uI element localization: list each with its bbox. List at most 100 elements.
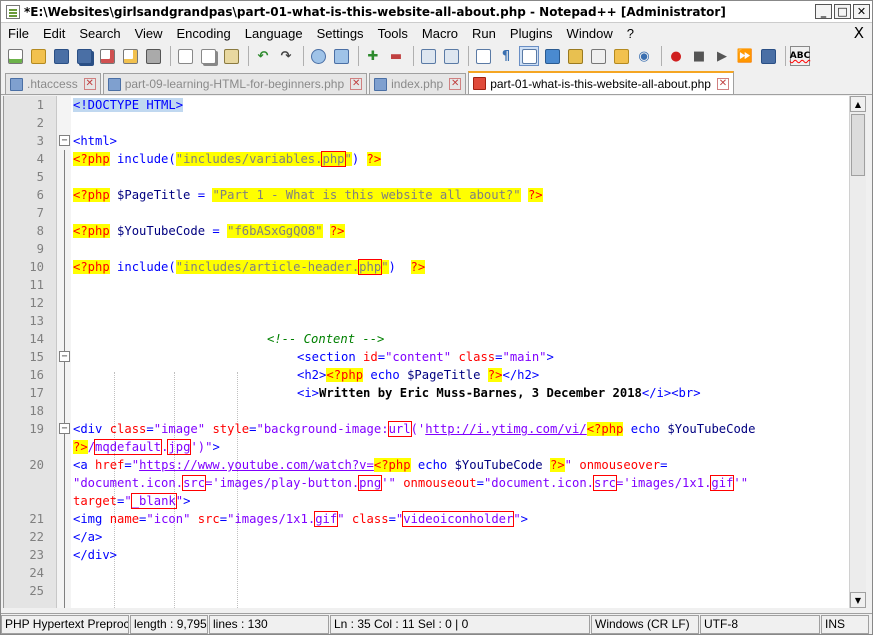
tag-token: = (377, 350, 386, 364)
tab-part-01[interactable]: part-01-what-is-this-website-all-about.p… (468, 71, 734, 94)
saved-file-icon (10, 77, 23, 91)
saved-file-icon (374, 77, 388, 91)
menu-language[interactable]: Language (238, 26, 310, 41)
tab-close-icon[interactable]: ✕ (350, 78, 363, 90)
close-all-icon[interactable] (120, 46, 140, 66)
scroll-thumb[interactable] (851, 114, 865, 176)
fold-minus-icon[interactable]: − (59, 135, 70, 146)
monitoring-icon[interactable]: ◉ (634, 46, 654, 66)
tab-close-icon[interactable]: ✕ (716, 77, 729, 90)
word-wrap-icon[interactable] (473, 46, 493, 66)
tag-token: </a> (73, 530, 103, 544)
copy-icon[interactable] (198, 46, 218, 66)
string-token: ='images/play-button. (205, 476, 360, 490)
status-eol[interactable]: Windows (CR LF) (591, 614, 699, 634)
maximize-button[interactable]: □ (834, 4, 851, 19)
tab-close-icon[interactable]: ✕ (449, 78, 462, 90)
attr-token: name (102, 512, 140, 526)
line-number: 18 (29, 404, 44, 418)
function-list-icon[interactable] (588, 46, 608, 66)
php-open-token: <?php (73, 152, 110, 166)
line-number: 23 (29, 548, 44, 562)
code-line: <section id="content" class="main"> (297, 348, 554, 366)
run-macro-multiple-icon[interactable]: ⏩ (735, 46, 755, 66)
scroll-up-icon[interactable]: ▲ (850, 96, 866, 112)
tag-token: <div (73, 422, 103, 436)
menu-run[interactable]: Run (465, 26, 503, 41)
spell-check-icon[interactable]: ABC (790, 46, 810, 66)
php-variable-token: $YouTubeCode (454, 458, 550, 472)
menu-edit[interactable]: Edit (36, 26, 72, 41)
string-token: (' (410, 422, 426, 436)
menu-search[interactable]: Search (72, 26, 127, 41)
show-all-chars-icon[interactable]: ¶ (496, 46, 516, 66)
close-window-button[interactable]: ✕ (853, 4, 870, 19)
tab-part-09[interactable]: part-09-learning-HTML-for-beginners.php … (102, 73, 368, 94)
print-icon[interactable] (143, 46, 163, 66)
string-token: "content" (385, 350, 452, 364)
new-file-icon[interactable] (5, 46, 25, 66)
vertical-scrollbar[interactable]: ▲ ▼ (849, 96, 866, 608)
sync-vertical-icon[interactable] (418, 46, 438, 66)
zoom-out-icon[interactable]: ▬ (386, 46, 406, 66)
folder-workspace-icon[interactable] (611, 46, 631, 66)
menu-window[interactable]: Window (560, 26, 620, 41)
url-link[interactable]: https://www.youtube.com/watch?v= (139, 458, 374, 472)
save-icon[interactable] (51, 46, 71, 66)
tag-token: </h2> (502, 368, 540, 382)
zoom-in-icon[interactable]: ✚ (363, 46, 383, 66)
php-variable-token: $PageTitle (109, 188, 198, 202)
tag-token: <i> (297, 386, 320, 400)
indent-guide-icon[interactable] (519, 46, 539, 66)
php-close-token: ?> (527, 188, 543, 202)
line-number: 5 (36, 170, 44, 184)
tab-close-icon[interactable]: ✕ (83, 78, 96, 90)
save-macro-icon[interactable] (758, 46, 778, 66)
line-number: 14 (29, 332, 44, 346)
menu-plugins[interactable]: Plugins (503, 26, 560, 41)
paste-icon[interactable] (221, 46, 241, 66)
comment-token: <!-- Content --> (267, 332, 385, 346)
define-language-icon[interactable] (542, 46, 562, 66)
menu-tools[interactable]: Tools (371, 26, 415, 41)
stop-macro-icon[interactable]: ■ (689, 46, 709, 66)
tab-htaccess[interactable]: .htaccess ✕ (5, 73, 101, 94)
play-macro-icon[interactable]: ▶ (712, 46, 732, 66)
minimize-button[interactable]: _ (815, 4, 832, 19)
menu-file[interactable]: File (1, 26, 36, 41)
menu-view[interactable]: View (128, 26, 170, 41)
redo-icon[interactable]: ↷ (276, 46, 296, 66)
menu-help[interactable]: ? (620, 26, 641, 41)
notepadpp-app-icon[interactable] (6, 4, 20, 19)
close-document-button[interactable]: X (854, 24, 864, 42)
tab-bar: .htaccess ✕ part-09-learning-HTML-for-be… (1, 71, 872, 95)
close-file-icon[interactable] (97, 46, 117, 66)
tab-index[interactable]: index.php ✕ (369, 73, 467, 94)
fold-minus-icon[interactable]: − (59, 423, 70, 434)
line-number: 2 (36, 116, 44, 130)
php-open-token: <?php (73, 260, 110, 274)
status-encoding[interactable]: UTF-8 (700, 614, 820, 634)
sync-horizontal-icon[interactable] (441, 46, 461, 66)
undo-icon[interactable]: ↶ (253, 46, 273, 66)
doc-map-icon[interactable] (565, 46, 585, 66)
scroll-down-icon[interactable]: ▼ (850, 592, 866, 608)
code-editor[interactable]: 1 <!DOCTYPE HTML> 2 3 − <html> 4 <?php i… (3, 96, 849, 608)
tag-token: > (212, 440, 220, 454)
php-string-token: " (344, 152, 352, 166)
save-all-icon[interactable] (74, 46, 94, 66)
menu-macro[interactable]: Macro (415, 26, 465, 41)
replace-icon[interactable] (331, 46, 351, 66)
line-number: 7 (36, 206, 44, 220)
menu-encoding[interactable]: Encoding (170, 26, 238, 41)
cut-icon[interactable] (175, 46, 195, 66)
code-line: </a> (73, 528, 102, 546)
find-icon[interactable] (308, 46, 328, 66)
fold-minus-icon[interactable]: − (59, 351, 70, 362)
tag-token: > (183, 494, 191, 508)
title-bar[interactable]: *E:\Websites\girlsandgrandpas\part-01-wh… (1, 1, 872, 23)
open-file-icon[interactable] (28, 46, 48, 66)
record-macro-icon[interactable]: ● (666, 46, 686, 66)
menu-settings[interactable]: Settings (310, 26, 371, 41)
url-link[interactable]: http://i.ytimg.com/vi/ (425, 422, 586, 436)
